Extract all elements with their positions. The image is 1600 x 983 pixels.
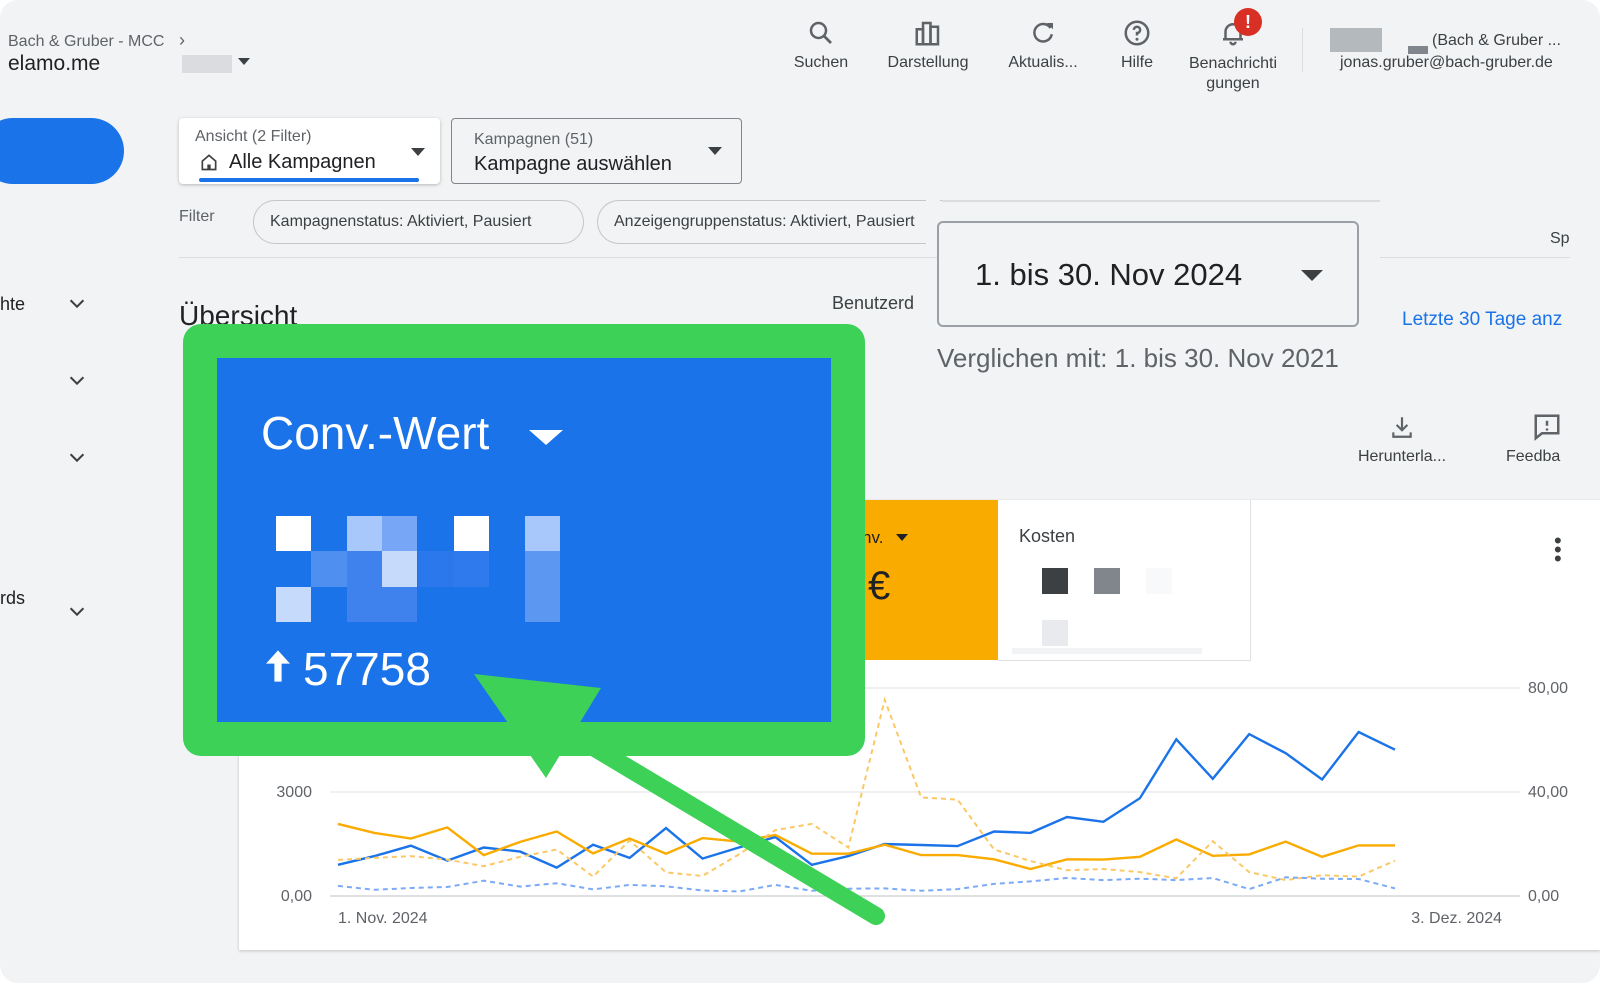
arrow-head — [474, 674, 601, 778]
annotation-arrow — [474, 674, 885, 925]
arrow-shaft — [539, 711, 885, 925]
app-window: Bach & Gruber - MCC › elamo.me Suchen Da… — [0, 0, 1600, 983]
